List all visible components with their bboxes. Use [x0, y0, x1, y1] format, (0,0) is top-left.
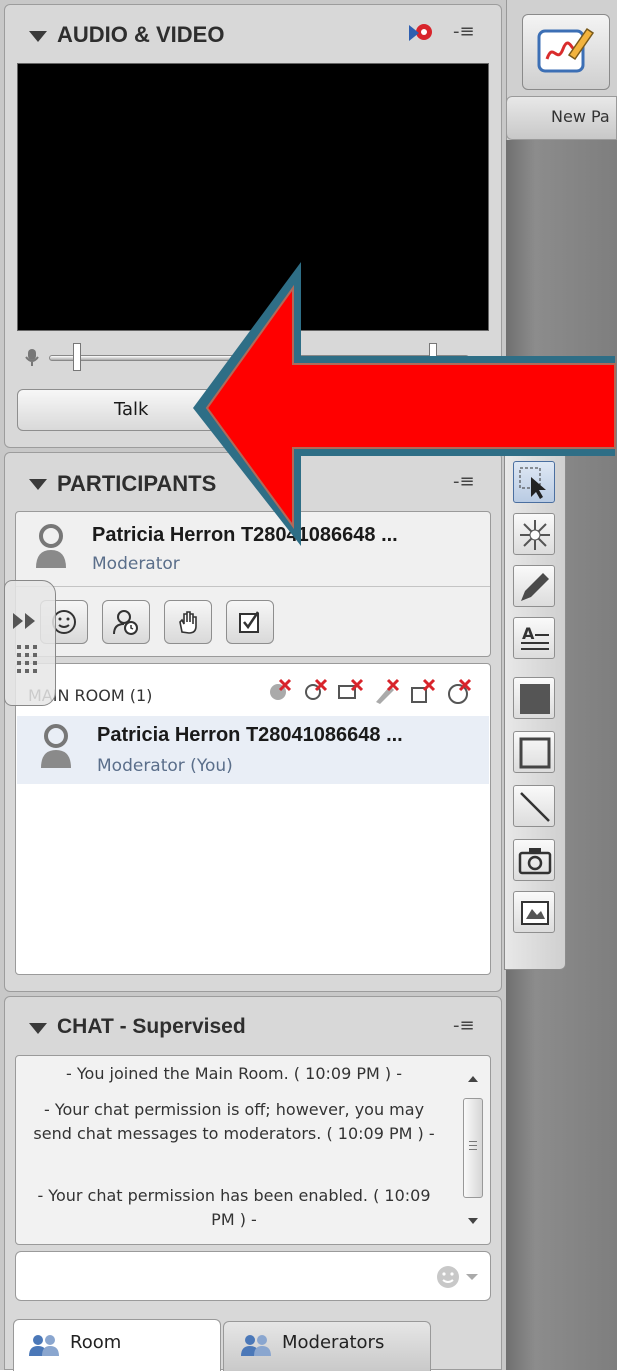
participant-role: Moderator (You): [97, 756, 233, 776]
scroll-up-icon[interactable]: [460, 1066, 486, 1090]
volume-slider-handle[interactable]: [73, 343, 81, 371]
away-clock-icon: [113, 610, 138, 635]
scrollbar-thumb[interactable]: [463, 1098, 483, 1198]
pencil-tool[interactable]: [513, 565, 555, 607]
self-card-divider: [16, 586, 490, 587]
hand-icon: [179, 611, 197, 634]
audio-permission-off-icon[interactable]: [264, 678, 294, 708]
hollow-rectangle-icon: [519, 737, 551, 769]
tab-room[interactable]: Room: [13, 1319, 221, 1371]
chat-title: CHAT - Supervised: [57, 1015, 246, 1038]
web-permission-off-icon[interactable]: [444, 678, 474, 708]
video-permission-off-icon[interactable]: [300, 678, 330, 708]
emoticon-picker-icon[interactable]: [434, 1262, 480, 1292]
camera-icon: [518, 848, 552, 875]
collapse-triangle-icon[interactable]: [29, 479, 47, 490]
chat-log: - You joined the Main Room. ( 10:09 PM )…: [15, 1055, 491, 1245]
chat-input[interactable]: [15, 1251, 491, 1301]
pencil-icon: [521, 573, 549, 601]
scroll-down-icon[interactable]: [460, 1210, 486, 1234]
draw-permission-off-icon[interactable]: [372, 678, 402, 708]
panel-menu-icon[interactable]: -≡: [453, 1015, 475, 1036]
filled-rectangle-icon: [520, 684, 550, 714]
room-users-icon: [29, 1335, 59, 1356]
text-tool[interactable]: A: [513, 617, 555, 659]
annotation-arrow: [193, 262, 616, 546]
tab-moderators[interactable]: Moderators: [223, 1321, 431, 1371]
polling-response-button[interactable]: [226, 600, 274, 644]
collapse-triangle-icon[interactable]: [29, 1023, 47, 1034]
participant-name: Patricia Herron T28041086648 ...: [97, 724, 403, 746]
text-icon: A: [521, 624, 549, 650]
share-permission-off-icon[interactable]: [408, 678, 438, 708]
chat-message: - Your chat permission has been enabled.…: [37, 1186, 431, 1229]
picture-icon: [521, 901, 549, 925]
whiteboard-icon: [537, 27, 595, 73]
panel-menu-icon[interactable]: -≡: [453, 21, 475, 42]
tab-moderators-label: Moderators: [282, 1332, 385, 1353]
line-tool[interactable]: [513, 785, 555, 827]
chat-message: - You joined the Main Room. ( 10:09 PM )…: [66, 1064, 402, 1083]
step-away-button[interactable]: [102, 600, 150, 644]
moderators-users-icon: [241, 1335, 271, 1356]
settings-gear-icon[interactable]: [407, 19, 435, 45]
participant-row[interactable]: Patricia Herron T28041086648 ... Moderat…: [17, 716, 489, 784]
chat-panel: CHAT - Supervised -≡ - You joined the Ma…: [4, 996, 502, 1371]
user-avatar-icon: [41, 724, 71, 768]
participant-list: MAIN ROOM (1) Patricia Herron T280410866…: [15, 663, 491, 975]
chat-message: - Your chat permission is off; however, …: [33, 1100, 435, 1143]
raise-hand-button[interactable]: [164, 600, 212, 644]
image-tool[interactable]: [513, 891, 555, 933]
chat-scrollbar[interactable]: [460, 1060, 486, 1240]
tab-room-label: Room: [70, 1332, 122, 1353]
chat-permission-off-icon[interactable]: [336, 678, 366, 708]
drag-grip-icon: [17, 645, 37, 673]
svg-text:A: A: [522, 624, 535, 643]
self-role: Moderator: [92, 554, 180, 574]
new-page-label: New Pa: [551, 107, 610, 126]
hollow-rectangle-tool[interactable]: [513, 731, 555, 773]
screenshot-tool[interactable]: [513, 839, 555, 881]
whiteboard-button[interactable]: [522, 14, 610, 90]
line-icon: [520, 792, 550, 822]
microphone-icon: [25, 349, 39, 366]
permission-icons: [264, 678, 486, 712]
collapse-side-handle[interactable]: [4, 580, 56, 706]
filled-rectangle-tool[interactable]: [513, 677, 555, 719]
checkbox-icon: [239, 611, 260, 633]
arrow-fill: [205, 284, 616, 530]
expand-arrows-icon: [13, 613, 35, 629]
talk-label: Talk: [114, 399, 149, 420]
new-page-tab[interactable]: New Pa: [506, 96, 617, 140]
collapse-triangle-icon[interactable]: [29, 31, 47, 42]
user-avatar-icon: [36, 524, 66, 568]
audio-video-title: AUDIO & VIDEO: [57, 22, 225, 47]
